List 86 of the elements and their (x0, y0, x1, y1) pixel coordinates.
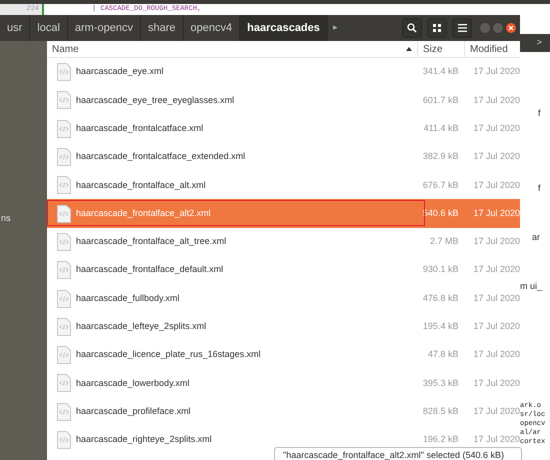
file-size: 196.2 kB (422, 433, 458, 446)
file-date: 17 Jul 2020 (473, 292, 520, 305)
file-row[interactable]: haarcascade_profileface.xml 828.5 kB 17 Jul 2020 (47, 398, 520, 426)
file-name: haarcascade_fullbody.xml (76, 292, 180, 305)
close-button[interactable] (506, 23, 516, 33)
file-row[interactable]: haarcascade_frontalcatface.xml 411.4 kB 17 Jul 2020 (47, 114, 520, 143)
background-text: ar (532, 231, 540, 244)
file-row[interactable]: haarcascade_frontalface_default.xml 930.1 kB 17 Jul 2020 (47, 256, 520, 284)
search-button[interactable] (402, 18, 422, 38)
file-name: haarcascade_frontalcatface.xml (76, 122, 204, 135)
xml-file-icon (57, 261, 71, 280)
file-row[interactable]: haarcascade_eye_tree_eyeglasses.xml 601.7 kB 17 Jul 2020 (47, 86, 520, 115)
background-text: f (538, 107, 541, 120)
file-name: haarcascade_lowerbody.xml (76, 376, 190, 390)
column-header[interactable]: Modified (465, 41, 520, 57)
file-date: 17 Jul 2020 (473, 235, 520, 248)
menu-button[interactable] (452, 18, 472, 38)
sidebar-text: ns (1, 212, 12, 225)
file-name: haarcascade_frontalface_alt.xml (76, 178, 207, 192)
xml-file-icon (57, 148, 71, 166)
file-row[interactable]: haarcascade_licence_plate_rus_16stages.xml 47.8 kB 17 Jul 2020 (47, 340, 520, 370)
xml-file-icon (57, 232, 71, 251)
grid-icon (433, 24, 441, 32)
file-date: 17 Jul 2020 (473, 404, 520, 418)
file-name: haarcascade_licence_plate_rus_16stages.xml (76, 348, 262, 362)
file-name: haarcascade_righteye_2splits.xml (76, 433, 213, 446)
xml-file-icon (57, 346, 71, 364)
file-name: haarcascade_lefteye_2splits.xml (76, 320, 208, 334)
file-date: 17 Jul 2020 (473, 348, 520, 362)
xml-file-icon (57, 290, 71, 308)
file-name: haarcascade_eye_tree_eyeglasses.xml (76, 94, 236, 107)
background-text: f (538, 182, 541, 195)
file-date: 17 Jul 2020 (473, 376, 520, 390)
file-date: 17 Jul 2020 (473, 150, 520, 164)
file-size: 395.3 kB (422, 376, 458, 390)
file-size: 341.4 kB (422, 65, 458, 78)
file-name: haarcascade_frontalcatface_extended.xml (76, 150, 246, 164)
file-row[interactable]: haarcascade_lowerbody.xml 395.3 kB 17 Jul 2020 (47, 369, 520, 398)
file-size: 476.8 kB (422, 292, 458, 305)
file-size: 195.4 kB (422, 320, 458, 334)
file-name: haarcascade_eye.xml (76, 65, 165, 78)
file-size: 828.5 kB (422, 404, 458, 418)
menu-icon (458, 24, 466, 32)
column-header[interactable]: Name (47, 41, 418, 57)
xml-file-icon (57, 318, 71, 336)
status-toast: "haarcascade_frontalface_alt2.xml" selected (540.6 kB) (274, 447, 522, 460)
file-name: haarcascade_frontalface_alt_tree.xml (76, 235, 228, 248)
xml-file-icon (57, 176, 71, 194)
file-size: 676.7 kB (422, 178, 458, 192)
file-size: 411.4 kB (422, 122, 458, 135)
file-row[interactable]: haarcascade_frontalface_alt.xml 676.7 kB 17 Jul 2020 (47, 171, 520, 200)
path-button[interactable]: haarcascades (240, 15, 328, 41)
file-row[interactable]: haarcascade_lefteye_2splits.xml 195.4 kB 17 Jul 2020 (47, 312, 520, 341)
file-date: 17 Jul 2020 (473, 320, 520, 334)
file-date: 17 Jul 2020 (473, 122, 520, 135)
file-name: haarcascade_profileface.xml (76, 404, 192, 418)
file-date: 17 Jul 2020 (473, 206, 520, 220)
file-date: 17 Jul 2020 (473, 263, 520, 276)
file-row[interactable]: haarcascade_eye.xml 341.4 kB 17 Jul 2020 (47, 58, 520, 86)
file-date: 17 Jul 2020 (473, 178, 520, 192)
scroll-right-button[interactable]: ▸ (328, 15, 343, 41)
grid-view-button[interactable] (427, 18, 447, 38)
file-size: 601.7 kB (422, 94, 458, 107)
file-row[interactable]: haarcascade_frontalcatface_extended.xml 382.9 kB 17 Jul 2020 (47, 142, 520, 172)
file-name: haarcascade_frontalface_default.xml (76, 263, 224, 276)
file-row[interactable]: haarcascade_fullbody.xml 476.8 kB 17 Jul 2020 (47, 284, 520, 313)
search-icon (407, 23, 417, 33)
xml-file-icon (57, 63, 71, 82)
xml-file-icon (57, 374, 71, 392)
xml-file-icon (57, 91, 71, 110)
xml-file-icon (57, 402, 71, 421)
file-size: 382.9 kB (422, 150, 458, 164)
xml-file-icon (57, 204, 71, 223)
xml-file-icon (57, 120, 71, 138)
file-date: 17 Jul 2020 (473, 94, 520, 107)
file-row[interactable]: haarcascade_frontalface_alt_tree.xml 2.7 MB 17 Jul 2020 (47, 228, 520, 256)
background-text: m ui_ (520, 280, 542, 293)
file-size: 47.8 kB (426, 348, 458, 362)
file-size: 930.1 kB (422, 263, 458, 276)
column-header[interactable]: Size (418, 41, 465, 57)
file-name: haarcascade_frontalface_alt2.xml (76, 206, 212, 220)
xml-file-icon (57, 431, 71, 449)
tab-arrow[interactable]: > (536, 36, 542, 50)
file-date: 17 Jul 2020 (473, 433, 520, 446)
file-size: 2.7 MB (428, 235, 458, 248)
file-date: 17 Jul 2020 (473, 65, 520, 78)
